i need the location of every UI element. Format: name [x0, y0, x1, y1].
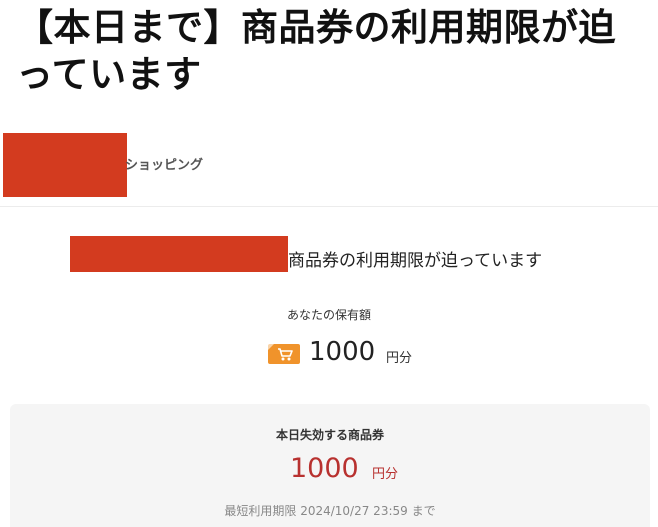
- expiring-coupon-box: 本日失効する商品券 1000 円分 最短利用期限 2024/10/27 23:5…: [10, 404, 650, 527]
- expiring-unit: 円分: [372, 467, 399, 482]
- holding-unit: 円分: [386, 351, 413, 366]
- expiring-amount: 1000: [290, 453, 359, 484]
- expiry-notice: 商品券の利用期限が迫っています: [70, 236, 630, 274]
- shopping-cart-coupon-icon: [268, 344, 300, 364]
- holding-balance: 1000 円分: [268, 336, 468, 372]
- redacted-brand-name: [70, 236, 288, 272]
- expiry-notice-text: 商品券の利用期限が迫っています: [288, 251, 543, 271]
- holding-amount: 1000: [309, 337, 376, 367]
- expiring-coupon-title: 本日失効する商品券: [275, 428, 384, 442]
- holding-balance-label: あなたの保有額: [286, 308, 371, 322]
- expiry-deadline: 最短利用期限 2024/10/27 23:59 まで: [224, 504, 436, 518]
- brand-header: ショッピング: [0, 128, 658, 207]
- email-page: 【本日まで】商品券の利用期限が迫っています ショッピング 商品券の利用期限が迫っ…: [0, 0, 658, 527]
- brand-name-suffix: ショッピング: [125, 158, 204, 173]
- expiring-coupon-value: 1000 円分: [290, 453, 450, 489]
- email-subject-headline: 【本日まで】商品券の利用期限が迫っています: [16, 6, 616, 96]
- redacted-brand-logo: [3, 133, 127, 197]
